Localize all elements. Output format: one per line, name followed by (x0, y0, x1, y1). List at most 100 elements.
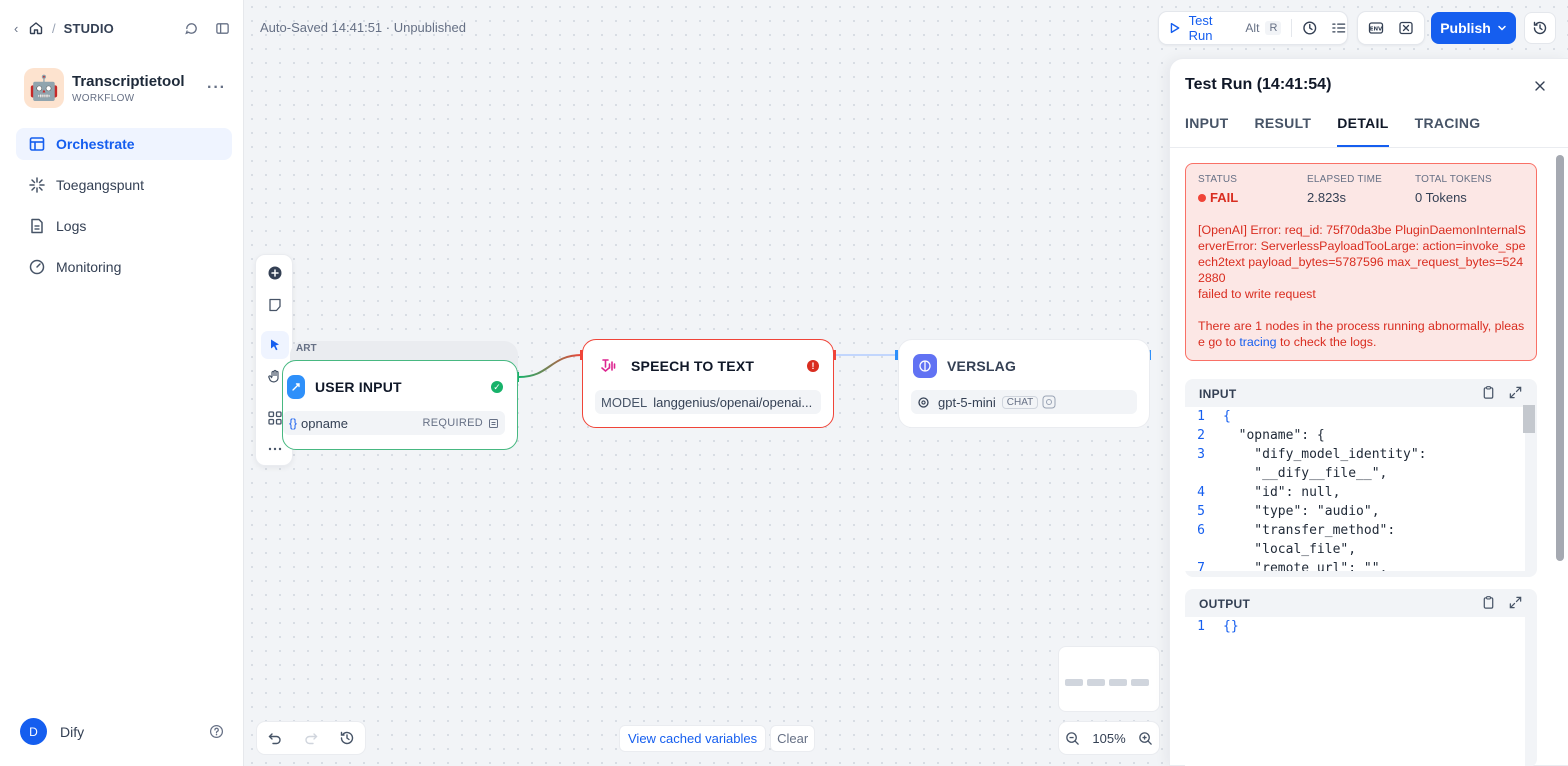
fail-dot-icon (1198, 193, 1206, 202)
code-text: "__dify__file__", (1223, 466, 1388, 481)
user-input-icon (287, 375, 305, 399)
input-header: INPUT (1199, 387, 1237, 401)
redo-icon[interactable] (303, 730, 319, 746)
line-number: 7 (1197, 561, 1205, 571)
status-value: FAIL (1210, 190, 1239, 205)
view-cached-variables-button[interactable]: View cached variables (619, 725, 767, 752)
edge-start-to-stt (518, 354, 583, 378)
line-number: 1 (1197, 619, 1205, 634)
code-text: "local_file", (1223, 542, 1357, 557)
panel-title: Test Run (14:41:54) (1185, 76, 1332, 93)
tracing-link[interactable]: tracing (1239, 335, 1276, 349)
line-number: 3 (1197, 447, 1205, 462)
tokens-value: 0 Tokens (1415, 190, 1467, 205)
code-line: 4 "id": null, (1185, 483, 1525, 502)
code-text: "opname": { (1223, 428, 1325, 443)
speech-to-text-node[interactable]: SPEECH TO TEXT ! MODEL langgenius/openai… (582, 339, 834, 428)
expand-icon[interactable] (1508, 595, 1523, 610)
error-line: failed to write request (1198, 287, 1316, 301)
speech-to-text-icon (597, 354, 621, 378)
scrollbar[interactable] (1556, 155, 1564, 561)
tab-tracing[interactable]: TRACING (1415, 113, 1481, 147)
model-name: gpt-5-mini (938, 394, 996, 410)
file-type-icon (489, 418, 498, 428)
code-line: 1 {} (1185, 617, 1525, 636)
code-line: 2 "opname": { (1185, 426, 1525, 445)
undo-icon[interactable] (267, 730, 283, 746)
line-number: 2 (1197, 428, 1205, 443)
zoom-level[interactable]: 105% (1092, 731, 1125, 746)
copy-icon[interactable] (1481, 385, 1496, 400)
history-icon[interactable] (339, 730, 355, 746)
line-number: 0 (1185, 540, 1223, 559)
divider (1170, 147, 1568, 148)
code-text: "transfer_method": (1223, 523, 1396, 538)
test-run-panel: Test Run (14:41:54) INPUT RESULT DETAIL … (1169, 58, 1568, 766)
copy-icon[interactable] (1481, 595, 1496, 610)
close-icon[interactable] (1533, 79, 1547, 93)
tokens-stat: TOTAL TOKENS 0 Tokens (1415, 174, 1492, 205)
elapsed-value: 2.823s (1307, 190, 1347, 205)
undo-redo-bar (256, 721, 366, 755)
elapsed-stat: ELAPSED TIME 2.823s (1307, 174, 1382, 205)
model-row: MODEL langgenius/openai/openai... (595, 390, 821, 414)
minimap-node (1131, 679, 1149, 686)
tab-result[interactable]: RESULT (1255, 113, 1312, 147)
cached-variables-bar: View cached variables Clear (619, 725, 816, 752)
code-line: 3 "dify_model_identity": (1185, 445, 1525, 464)
verslag-node[interactable]: VERSLAG gpt-5-mini CHAT (898, 339, 1150, 428)
error-icon: ! (807, 360, 819, 372)
status-label: STATUS (1198, 174, 1238, 185)
code-text: { (1223, 409, 1231, 424)
minimap[interactable] (1058, 646, 1160, 712)
tokens-label: TOTAL TOKENS (1415, 174, 1492, 185)
clear-button[interactable]: Clear (770, 725, 816, 752)
required-badge: REQUIRED (422, 417, 483, 429)
line-number: 5 (1197, 504, 1205, 519)
success-icon: ✓ (491, 381, 503, 393)
code-line: 6 "transfer_method": (1185, 521, 1525, 540)
node-title: SPEECH TO TEXT (631, 358, 755, 374)
status-stat: STATUS FAIL (1198, 174, 1238, 205)
code-text: "id": null, (1223, 485, 1341, 500)
zoom-in-icon[interactable] (1138, 731, 1153, 746)
code-line: 0 "local_file", (1185, 540, 1525, 559)
variable-name: opname (301, 415, 348, 431)
error-hint: There are 1 nodes in the process running… (1198, 319, 1525, 349)
model-label: MODEL (601, 394, 648, 410)
code-line: 1{ (1185, 407, 1525, 426)
panel-tabs: INPUT RESULT DETAIL TRACING (1185, 113, 1480, 147)
scrollbar[interactable] (1523, 405, 1535, 433)
line-number: 4 (1197, 485, 1205, 500)
code-text: {} (1223, 619, 1239, 634)
tab-detail[interactable]: DETAIL (1337, 113, 1389, 147)
minimap-node (1087, 679, 1105, 686)
input-code-editor[interactable]: 1{2 "opname": {3 "dify_model_identity":0… (1185, 407, 1525, 571)
node-title: VERSLAG (947, 358, 1017, 374)
node-title: USER INPUT (315, 379, 402, 395)
code-line: 7 "remote_url": "", (1185, 559, 1525, 571)
line-number: 1 (1197, 409, 1205, 424)
tab-input[interactable]: INPUT (1185, 113, 1229, 147)
output-header: OUTPUT (1199, 597, 1251, 611)
user-input-node[interactable]: USER INPUT ✓ {} opname REQUIRED (282, 360, 518, 450)
code-line: 0 "__dify__file__", (1185, 464, 1525, 483)
mode-badge: CHAT (1001, 395, 1039, 409)
input-code-card: INPUT 1{2 "opname": {3 "dify_model_ident… (1185, 379, 1537, 577)
code-text: "dify_model_identity": (1223, 447, 1427, 462)
input-variable-row: {} opname REQUIRED (283, 411, 505, 435)
model-value: langgenius/openai/openai... (653, 394, 813, 410)
llm-icon (913, 354, 937, 378)
line-number: 6 (1197, 523, 1205, 538)
minimap-node (1109, 679, 1127, 686)
model-row: gpt-5-mini CHAT (911, 390, 1137, 414)
output-code-editor[interactable]: 1 {} (1185, 617, 1525, 766)
expand-icon[interactable] (1508, 385, 1523, 400)
variable-icon: {} (289, 416, 298, 430)
error-message: [OpenAI] Error: req_id: 75f70da3be Plugi… (1198, 222, 1526, 350)
code-text: "type": "audio", (1223, 504, 1380, 519)
line-number: 0 (1185, 464, 1223, 483)
zoom-out-icon[interactable] (1065, 731, 1080, 746)
model-settings-icon (1042, 395, 1056, 409)
output-code-card: OUTPUT 1 {} (1185, 589, 1537, 766)
